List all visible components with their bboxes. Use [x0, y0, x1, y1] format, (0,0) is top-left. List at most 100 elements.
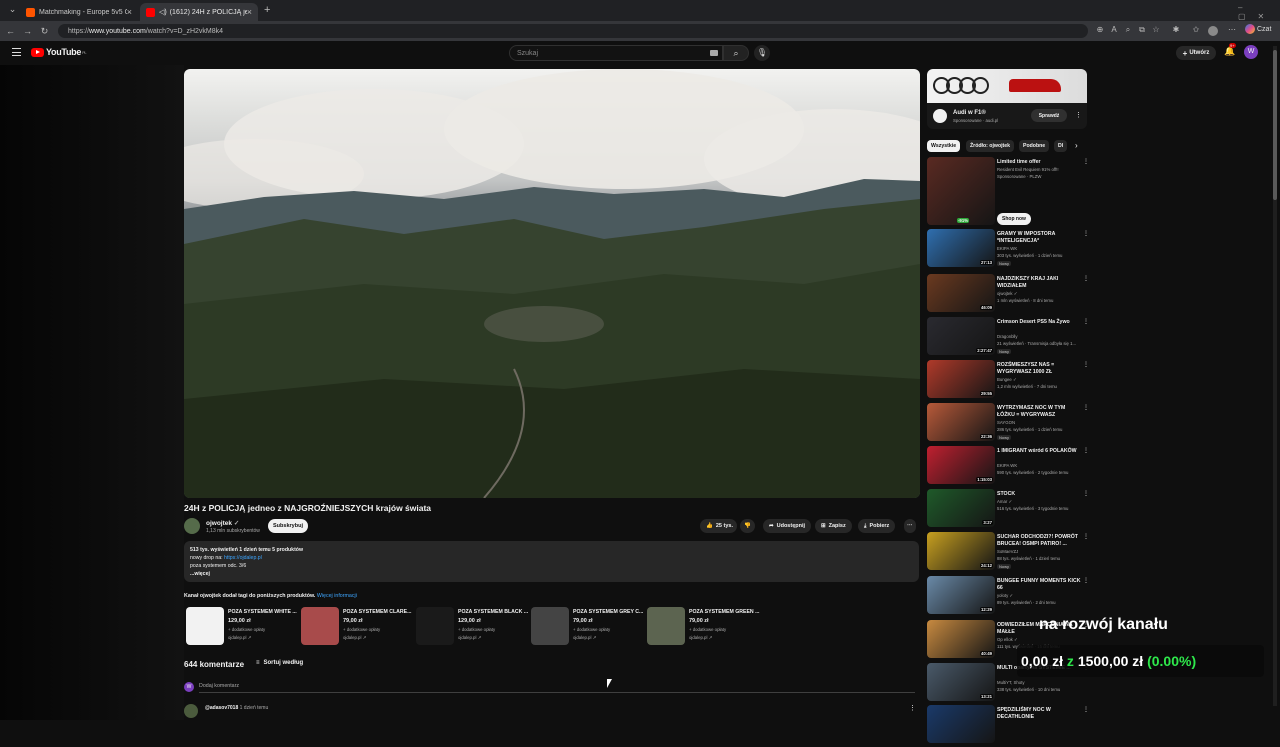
- video-menu-icon[interactable]: ⋮: [1083, 361, 1089, 368]
- video-thumbnail[interactable]: 40:49: [927, 620, 995, 658]
- scrollbar-thumb[interactable]: [1273, 50, 1277, 200]
- copilot-chat-button[interactable]: Czat: [1245, 24, 1271, 34]
- more-menu-icon[interactable]: ⋯: [1226, 25, 1238, 37]
- recommended-video[interactable]: 1:15:03 1 IMIGRANT wśród 6 POLAKÓW EKIPA W…: [927, 446, 1089, 488]
- product-shop-link[interactable]: ojdalep.pl ↗: [573, 635, 596, 641]
- product-card[interactable]: POZA SYSTEMEM BLACK ... 129,00 zł + dodatk…: [416, 607, 528, 647]
- video-title[interactable]: Limited time offer: [997, 159, 1081, 166]
- voice-search-icon[interactable]: 🎙: [754, 45, 770, 61]
- video-thumbnail[interactable]: -91%: [927, 157, 995, 225]
- video-title[interactable]: ROZŚMIESZYSZ NAS = WYGRYWASZ 1000 ZŁ: [997, 362, 1081, 376]
- video-thumbnail[interactable]: 22:36: [927, 403, 995, 441]
- description-box[interactable]: 513 tys. wyświetleń 1 dzień temu 5 produ…: [184, 541, 919, 582]
- sort-comments-button[interactable]: ≡ Sortuj według: [256, 660, 303, 666]
- save-button[interactable]: ⊞ Zapisz: [815, 519, 852, 533]
- product-card[interactable]: POZA SYSTEMEM GREY C... 79,00 zł + dodatko…: [531, 607, 643, 647]
- shop-now-button[interactable]: Shop now: [997, 213, 1031, 225]
- speaker-icon[interactable]: ◁): [159, 8, 167, 16]
- video-menu-icon[interactable]: ⋮: [1083, 706, 1089, 713]
- filter-chip[interactable]: Źródło: ojwojtek: [966, 140, 1015, 152]
- channel-name[interactable]: SAYGON: [997, 420, 1015, 425]
- channel-name[interactable]: EKIPA WK: [997, 246, 1017, 251]
- back-icon[interactable]: ←: [4, 26, 17, 36]
- video-player[interactable]: [184, 69, 920, 498]
- channel-name[interactable]: SoMaeVZJ: [997, 549, 1018, 554]
- screenshot-icon[interactable]: ⧉: [1136, 25, 1148, 37]
- video-thumbnail[interactable]: 27:13: [927, 229, 995, 267]
- video-thumbnail[interactable]: [927, 705, 995, 743]
- video-menu-icon[interactable]: ⋮: [1083, 158, 1089, 165]
- filter-chip[interactable]: Dl: [1054, 140, 1068, 152]
- zoom-icon[interactable]: ⌕: [1122, 25, 1134, 37]
- video-thumbnail[interactable]: 12:29: [927, 576, 995, 614]
- extensions-icon[interactable]: ✱: [1170, 25, 1182, 37]
- product-shop-link[interactable]: ojdalep.pl ↗: [689, 635, 712, 641]
- video-thumbnail[interactable]: 2:27:47: [927, 317, 995, 355]
- menu-icon[interactable]: [12, 48, 21, 56]
- create-button[interactable]: + Utwórz: [1176, 46, 1216, 60]
- video-menu-icon[interactable]: ⋮: [1083, 230, 1089, 237]
- recommended-video[interactable]: 24:12 SUCHAR ODCHODZI?! POWRÓT BRUCEA! OS…: [927, 532, 1089, 574]
- product-card[interactable]: POZA SYSTEMEM WHITE ... 129,00 zł + dodatk…: [186, 607, 298, 647]
- channel-name[interactable]: Resident Evil Requiem 91% off!!: [997, 167, 1059, 172]
- channel-name[interactable]: MultiYT, Shoty: [997, 680, 1024, 685]
- video-menu-icon[interactable]: ⋮: [1083, 275, 1089, 282]
- video-title[interactable]: SPĘDZILIŚMY NOC W DECATHLONIE: [997, 707, 1081, 721]
- video-title[interactable]: Crimson Desert PS5 Na Żywo: [997, 319, 1081, 326]
- translate-icon[interactable]: ⊕: [1094, 25, 1106, 37]
- channel-avatar[interactable]: [184, 518, 200, 534]
- channel-name[interactable]: ojwojtek ✓: [206, 519, 239, 527]
- ad-cta-button[interactable]: Sprawdź: [1031, 109, 1067, 122]
- recommended-video[interactable]: 27:13 GRAMY W IMPOSTORA *INTELIGENCJA* EKI…: [927, 229, 1089, 271]
- video-thumbnail[interactable]: 3:27: [927, 489, 995, 527]
- video-menu-icon[interactable]: ⋮: [1083, 318, 1089, 325]
- recommended-video[interactable]: 22:36 WYTRZYMASZ NOC W TYM ŁÓŻKU = WYGRYW…: [927, 403, 1089, 445]
- close-tab-icon[interactable]: ×: [127, 7, 132, 17]
- channel-name[interactable]: ojwojtek ✓: [997, 291, 1017, 297]
- browser-tab-matchmaking[interactable]: Matchmaking - Europe 5v5 Queue ×: [20, 3, 138, 21]
- address-bar[interactable]: https://www.youtube.com/watch?v=D_zH2vkM…: [58, 24, 1088, 38]
- video-title[interactable]: GRAMY W IMPOSTORA *INTELIGENCJA*: [997, 231, 1081, 245]
- share-button[interactable]: ➦ Udostępnij: [763, 519, 812, 533]
- product-shop-link[interactable]: ojdalep.pl ↗: [458, 635, 481, 641]
- video-menu-icon[interactable]: ⋮: [1083, 577, 1089, 584]
- channel-name[interactable]: yoloty ✓: [997, 593, 1013, 599]
- show-more-link[interactable]: ...więcej: [190, 570, 913, 578]
- like-button[interactable]: 👍 25 tys.: [700, 519, 737, 533]
- channel-name[interactable]: Op ellok ✓: [997, 637, 1018, 643]
- new-tab-button[interactable]: +: [264, 4, 270, 16]
- description-link[interactable]: https://ojdalep.pl: [224, 555, 262, 561]
- comment-author[interactable]: @adasov7018 1 dzień temu: [205, 705, 268, 711]
- video-menu-icon[interactable]: ⋮: [1083, 404, 1089, 411]
- video-title[interactable]: 1 IMIGRANT wśród 6 POLAKÓW: [997, 448, 1081, 455]
- account-avatar[interactable]: W: [1244, 45, 1258, 59]
- notifications-bell-icon[interactable]: 🔔 9+: [1224, 43, 1236, 57]
- video-title[interactable]: STOCK: [997, 491, 1081, 498]
- channel-name[interactable]: Dragonblly: [997, 334, 1018, 339]
- video-menu-icon[interactable]: ⋮: [1083, 447, 1089, 454]
- recommended-video[interactable]: 3:27 STOCK Amar ✓ 516 tys. wyświetleń · 3 t…: [927, 489, 1089, 531]
- reload-icon[interactable]: ↻: [38, 26, 51, 37]
- video-title[interactable]: NAJDZIKSZY KRAJ JAKI WIDZIAŁEM: [997, 276, 1081, 290]
- video-thumbnail[interactable]: 46:09: [927, 274, 995, 312]
- recommended-video[interactable]: 46:09 NAJDZIKSZY KRAJ JAKI WIDZIAŁEM ojwoj…: [927, 274, 1089, 316]
- product-card[interactable]: POZA SYSTEMEM GREEN ... 79,00 zł + dodatko…: [647, 607, 759, 647]
- video-menu-icon[interactable]: ⋮: [1083, 490, 1089, 497]
- product-shop-link[interactable]: ojdalep.pl ↗: [343, 635, 366, 641]
- search-button[interactable]: ⌕: [723, 45, 749, 61]
- comment-author-avatar[interactable]: [184, 704, 198, 718]
- sponsored-recommendation[interactable]: -91% Limited time offer Resident Evil Requ…: [927, 157, 1089, 227]
- video-menu-icon[interactable]: ⋮: [1083, 533, 1089, 540]
- chevron-right-icon[interactable]: ›: [1075, 141, 1078, 150]
- read-aloud-icon[interactable]: A: [1108, 25, 1120, 37]
- recommended-video[interactable]: SPĘDZILIŚMY NOC W DECATHLONIE ⋮: [927, 705, 1089, 747]
- download-button[interactable]: ⤓ Pobierz: [858, 519, 896, 533]
- subscribe-button[interactable]: Subskrybuj: [268, 519, 308, 533]
- profile-icon[interactable]: [1208, 26, 1218, 36]
- add-comment-input[interactable]: Dodaj komentarz: [199, 683, 239, 689]
- recommended-video[interactable]: 2:27:47 Crimson Desert PS5 Na Żywo Dragonb…: [927, 317, 1089, 359]
- video-thumbnail[interactable]: 29:55: [927, 360, 995, 398]
- video-thumbnail[interactable]: 13:21: [927, 663, 995, 701]
- page-scrollbar[interactable]: [1273, 46, 1277, 706]
- more-actions-icon[interactable]: ⋯: [904, 519, 916, 533]
